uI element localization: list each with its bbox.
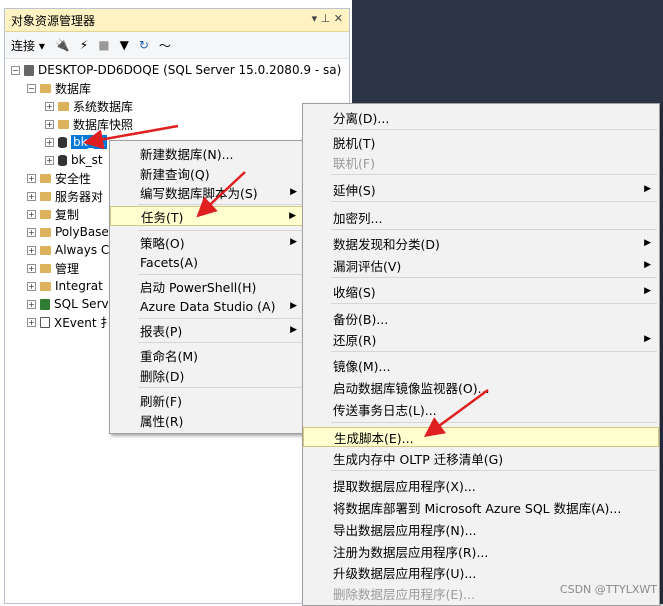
arrow-to-database	[83, 124, 179, 150]
arrow-to-tasks	[196, 171, 246, 218]
annotation-arrows	[83, 124, 489, 437]
arrow-to-generate-scripts	[423, 388, 489, 437]
